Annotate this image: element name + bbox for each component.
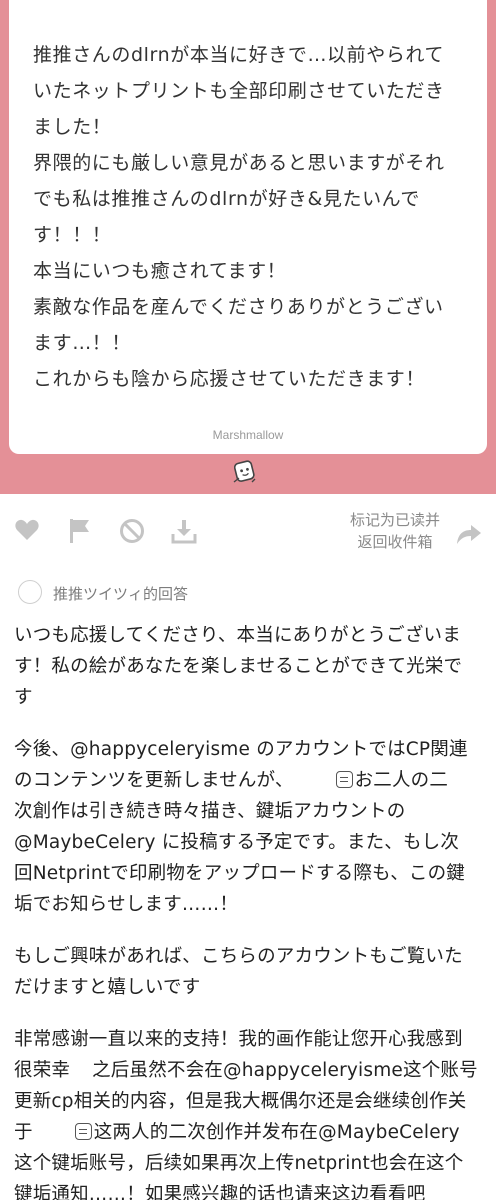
message-line: でも私は推推さんのdlrnが好き&見たいんで [33, 188, 420, 210]
avatar[interactable] [18, 580, 42, 604]
face-emoji-icon [335, 771, 353, 788]
answer-line: す [14, 687, 33, 708]
mark-read-label-line2: 返回收件箱 [357, 533, 433, 551]
answer-line: もしご興味があれば、こちらのアカウントもご覧いた [14, 946, 463, 967]
message-line: ます…！！ [33, 332, 132, 354]
download-icon[interactable] [171, 518, 197, 544]
message-line: いたネットプリントも全部印刷させていただき [33, 80, 445, 102]
answer-line: 这个键垢账号，后续如果再次上传netprint也会在这个 [14, 1153, 464, 1174]
message-line: 本当にいつも癒されてます！ [33, 260, 287, 282]
message-line: これからも陰から応援させていただきます！ [33, 368, 426, 390]
message-line: 界隈的にも厳しい意見があると思いますがそれ [33, 152, 445, 174]
block-icon[interactable] [119, 518, 145, 544]
message-line: 推推さんのdlrnが本当に好きで…以前やられて [33, 44, 445, 66]
mark-read-label-line1: 标记为已读并 [349, 511, 440, 529]
face-emoji-icon [74, 1123, 92, 1140]
message-line: 素敵な作品を産んでくださりありがとうござい [33, 296, 444, 318]
marshmallow-brand: Marshmallow [212, 428, 284, 442]
answer-line: 次創作は引き続き時々描き、鍵垢アカウントの [14, 801, 406, 822]
answer-line: 键垢通知……！如果感兴趣的话也请来这边看看吧 [14, 1184, 426, 1200]
answer-line: 垢でお知らせします……！ [14, 894, 239, 915]
message-card-area: 推推さんのdlrnが本当に好きで…以前やられて いたネットプリントも全部印刷させ… [0, 0, 496, 494]
message-line: す！！！ [33, 224, 112, 246]
answer-label: 推推ツイツィ的回答 [53, 585, 189, 603]
answer-line: @MaybeCelery に投稿する予定です。また、もし次 [14, 832, 460, 853]
answer-line: 很荣幸 之后虽然不会在@happyceleryisme这个账号 [14, 1060, 478, 1081]
answer-line: 回Netprintで印刷物をアップロードする際も、この鍵 [14, 863, 465, 884]
answer-line: 更新cp相关的内容，但是我大概偶尔还是会继续创作关 [14, 1091, 467, 1112]
answer-line: だけますと嬉しいです [14, 977, 201, 998]
action-bar: 标记为已读并 返回收件箱 [0, 494, 496, 572]
flag-icon[interactable] [68, 518, 90, 544]
answer-line: 今後、@happyceleryisme のアカウントではCP関連 [14, 739, 468, 760]
share-arrow-icon[interactable] [455, 524, 483, 546]
mark-read-button[interactable]: 标记为已读并 返回收件箱 [340, 509, 450, 553]
message-line: ました！ [33, 116, 112, 138]
message-card: 推推さんのdlrnが本当に好きで…以前やられて いたネットプリントも全部印刷させ… [9, 0, 487, 454]
heart-icon[interactable] [14, 518, 40, 542]
answer-line: す！私の絵があなたを楽しませることができて光栄で [14, 656, 463, 677]
marshmallow-mascot-icon [233, 460, 256, 483]
answer-line: 非常感谢一直以来的支持！我的画作能让您开心我感到 [14, 1029, 463, 1050]
answer-line: のコンテンツを更新しませんが、 お二人の二 [14, 770, 449, 791]
answer-line: いつも応援してくださり、本当にありがとうございま [14, 625, 461, 646]
answer-line: 于这两人的二次创作并发布在@MaybeCelery [14, 1122, 460, 1143]
